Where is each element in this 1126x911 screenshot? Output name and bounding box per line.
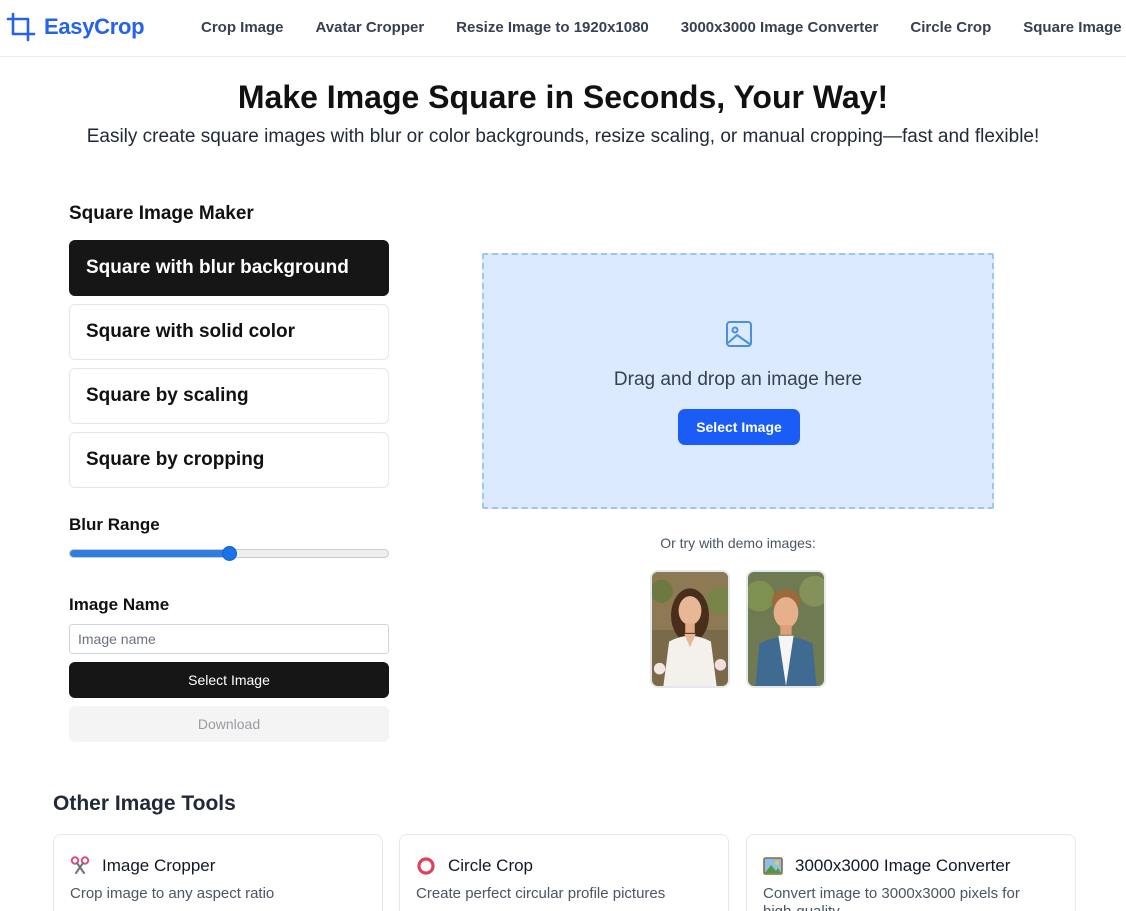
dropzone-select-image-button[interactable]: Select Image [678, 409, 800, 445]
picture-icon [763, 857, 783, 875]
mode-cropping-button[interactable]: Square by cropping [69, 432, 389, 488]
page-subtitle: Easily create square images with blur or… [86, 126, 1040, 147]
logo[interactable]: EasyCrop [6, 12, 145, 42]
demo-images-label: Or try with demo images: [660, 535, 816, 551]
tool-card-image-cropper[interactable]: Image Cropper Crop image to any aspect r… [53, 834, 383, 911]
tool-name: Circle Crop [448, 856, 534, 875]
nav-resize-1920x1080[interactable]: Resize Image to 1920x1080 [456, 19, 649, 36]
blur-range-label: Blur Range [69, 515, 160, 534]
other-tools-title: Other Image Tools [53, 792, 236, 815]
dropzone-text: Drag and drop an image here [613, 369, 863, 390]
nav-square-image[interactable]: Square Image [1023, 19, 1121, 36]
nav-avatar-cropper[interactable]: Avatar Cropper [316, 19, 425, 36]
image-name-input[interactable] [69, 624, 389, 654]
tool-description: Convert image to 3000x3000 pixels for hi… [763, 885, 1020, 911]
tool-name: Image Cropper [102, 856, 216, 875]
nav-3000x3000-converter[interactable]: 3000x3000 Image Converter [681, 19, 879, 36]
select-image-button[interactable]: Select Image [69, 662, 389, 698]
slider-fill [70, 550, 229, 557]
image-dropzone[interactable]: Drag and drop an image here Select Image [482, 253, 994, 509]
crop-icon [6, 12, 36, 42]
tool-card-3000x3000-converter[interactable]: 3000x3000 Image Converter Convert image … [746, 834, 1076, 911]
tool-description: Create perfect circular profile pictures [416, 885, 666, 902]
circle-icon [417, 857, 435, 875]
tool-name: 3000x3000 Image Converter [795, 856, 1011, 875]
tool-description: Crop image to any aspect ratio [70, 885, 275, 902]
panel-title: Square Image Maker [69, 203, 254, 224]
image-name-label: Image Name [69, 595, 170, 614]
tool-card-circle-crop[interactable]: Circle Crop Create perfect circular prof… [399, 834, 729, 911]
main-nav: Crop Image Avatar Cropper Resize Image t… [201, 19, 1122, 36]
demo-image-man[interactable] [746, 570, 826, 688]
download-button[interactable]: Download [69, 706, 389, 742]
page-title: Make Image Square in Seconds, Your Way! [237, 79, 889, 115]
image-icon [726, 321, 752, 347]
scissors-icon [70, 856, 90, 874]
nav-circle-crop[interactable]: Circle Crop [910, 19, 991, 36]
mode-solid-color-button[interactable]: Square with solid color [69, 304, 389, 360]
brand-name: EasyCrop [44, 14, 145, 39]
mode-scaling-button[interactable]: Square by scaling [69, 368, 389, 424]
mode-blur-background-button[interactable]: Square with blur background [69, 240, 389, 296]
demo-image-woman[interactable] [650, 570, 730, 688]
nav-crop-image[interactable]: Crop Image [201, 19, 284, 36]
site-header: EasyCrop Crop Image Avatar Cropper Resiz… [0, 0, 1126, 57]
